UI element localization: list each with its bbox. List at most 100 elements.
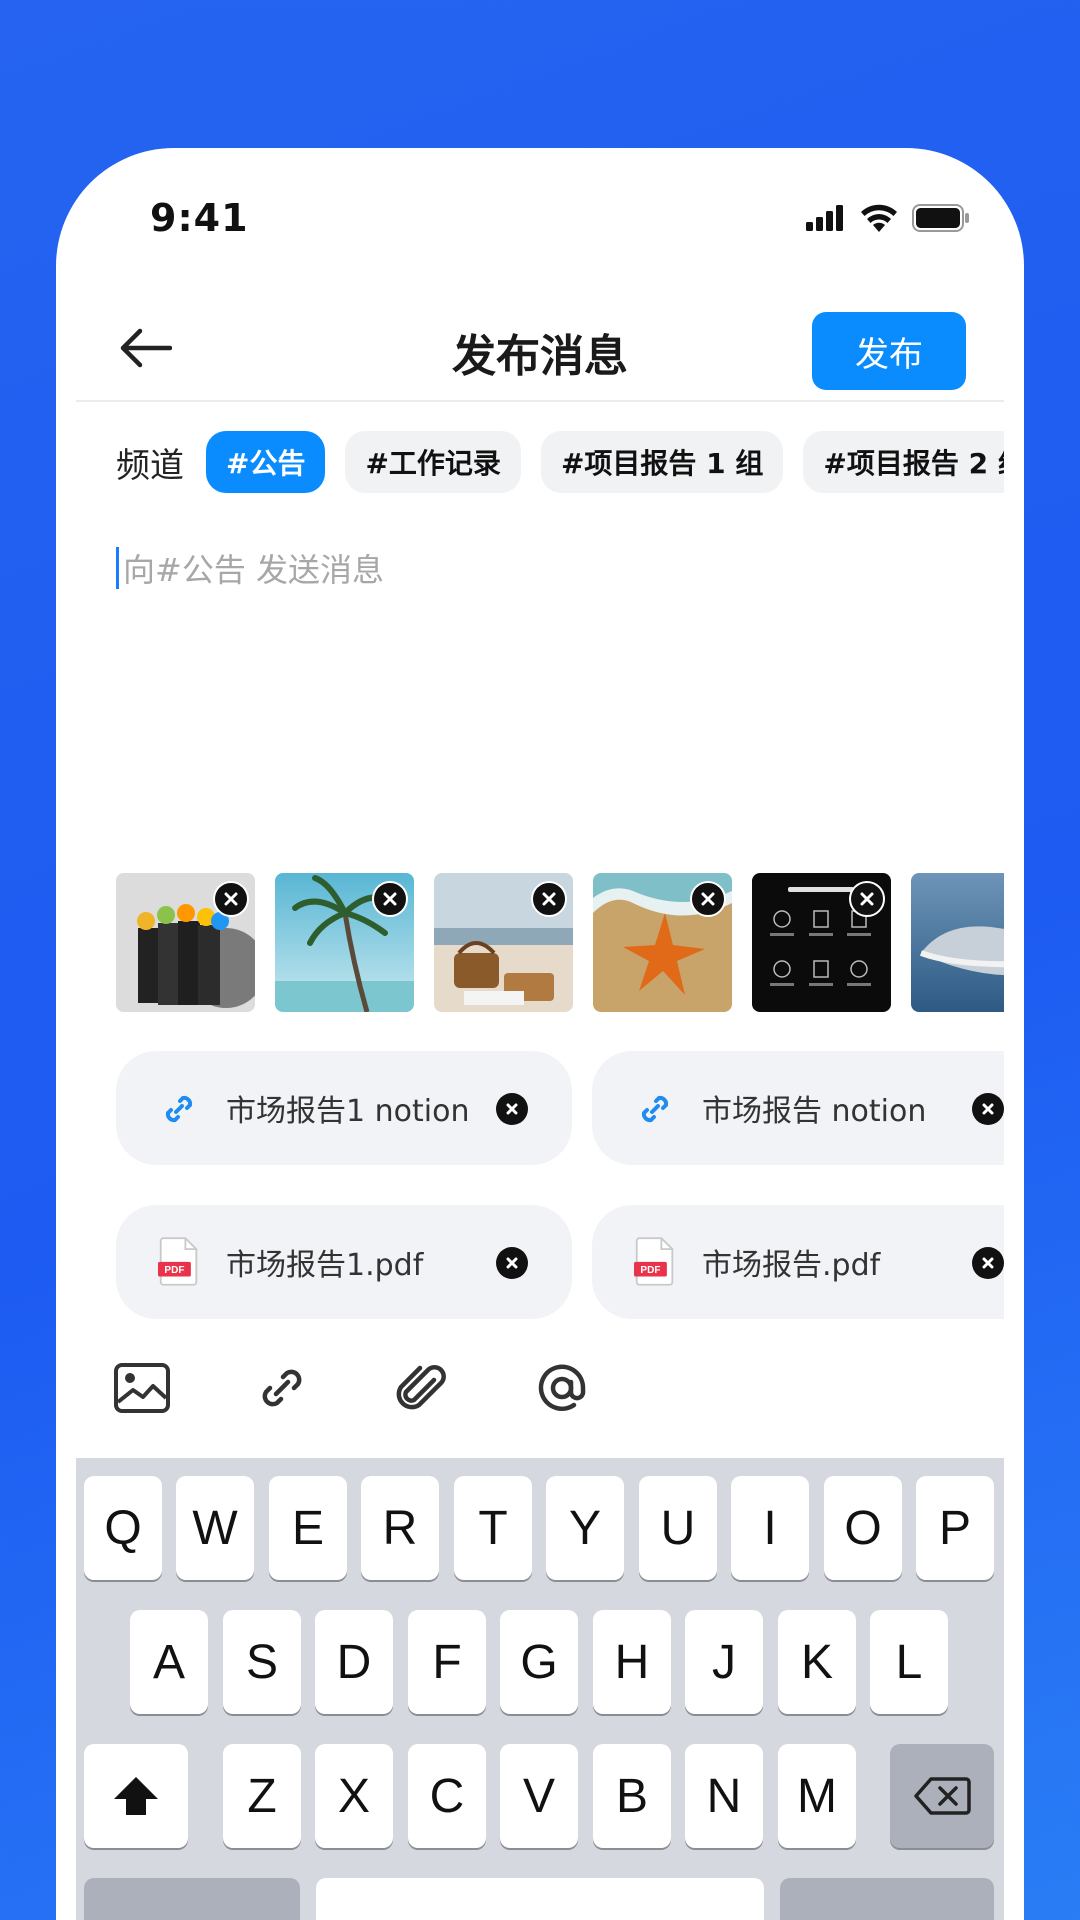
image-thumb-infographic[interactable] bbox=[752, 873, 891, 1012]
paperclip-icon bbox=[396, 1365, 446, 1410]
image-icon bbox=[114, 1363, 170, 1413]
key-q[interactable]: Q bbox=[84, 1476, 162, 1580]
numbers-key[interactable] bbox=[84, 1878, 300, 1920]
at-icon bbox=[538, 1364, 586, 1411]
key-d[interactable]: D bbox=[315, 1610, 393, 1714]
keyboard-row-1: Q W E R T Y U I O P bbox=[76, 1476, 1004, 1580]
key-b[interactable]: B bbox=[593, 1744, 671, 1848]
key-e[interactable]: E bbox=[269, 1476, 347, 1580]
remove-link-button[interactable] bbox=[972, 1093, 1004, 1125]
attach-file-button[interactable] bbox=[392, 1358, 452, 1418]
keyboard-row-4 bbox=[76, 1878, 1004, 1920]
close-icon bbox=[383, 892, 397, 906]
key-v[interactable]: V bbox=[500, 1744, 578, 1848]
remove-image-button[interactable] bbox=[531, 881, 567, 917]
wifi-icon bbox=[861, 204, 897, 232]
signal-icon bbox=[806, 205, 843, 231]
remove-file-button[interactable] bbox=[972, 1247, 1004, 1279]
key-p[interactable]: P bbox=[916, 1476, 994, 1580]
key-t[interactable]: T bbox=[454, 1476, 532, 1580]
link-icon bbox=[262, 1369, 302, 1407]
close-icon bbox=[860, 892, 874, 906]
return-key[interactable] bbox=[780, 1878, 994, 1920]
image-attachments bbox=[116, 873, 1004, 1013]
insert-link-button[interactable] bbox=[252, 1358, 312, 1418]
battery-icon bbox=[912, 204, 969, 232]
key-g[interactable]: G bbox=[500, 1610, 578, 1714]
close-icon bbox=[506, 1257, 518, 1269]
key-f[interactable]: F bbox=[408, 1610, 486, 1714]
status-icons bbox=[806, 204, 970, 232]
keyboard-row-2: A S D F G H J K L bbox=[76, 1610, 1004, 1714]
key-n[interactable]: N bbox=[685, 1744, 763, 1848]
link-card[interactable]: 市场报告 notion bbox=[592, 1051, 1004, 1165]
message-placeholder: 向#公告 发送消息 bbox=[123, 551, 384, 589]
key-m[interactable]: M bbox=[778, 1744, 856, 1848]
key-c[interactable]: C bbox=[408, 1744, 486, 1848]
shark-image bbox=[911, 873, 1004, 1012]
key-o[interactable]: O bbox=[824, 1476, 902, 1580]
close-icon bbox=[982, 1257, 994, 1269]
channel-chip-announcement[interactable]: #公告 bbox=[206, 431, 326, 493]
remove-image-button[interactable] bbox=[213, 881, 249, 917]
file-card[interactable]: PDF 市场报告.pdf bbox=[592, 1205, 1004, 1319]
key-x[interactable]: X bbox=[315, 1744, 393, 1848]
key-y[interactable]: Y bbox=[546, 1476, 624, 1580]
publish-button[interactable]: 发布 bbox=[812, 312, 966, 390]
keyboard: Q W E R T Y U I O P A S D F G H J K L Z bbox=[76, 1458, 1004, 1920]
keyboard-row-3: Z X C V B N M bbox=[76, 1744, 1004, 1848]
space-key[interactable] bbox=[316, 1878, 764, 1920]
pdf-badge: PDF bbox=[164, 1265, 184, 1276]
phone-screen: 9:41 发布消息 发布 频道 #公告 #工作记录 #项目报告 1 组 #项目报… bbox=[56, 148, 1024, 1920]
key-j[interactable]: J bbox=[685, 1610, 763, 1714]
key-u[interactable]: U bbox=[639, 1476, 717, 1580]
remove-image-button[interactable] bbox=[690, 881, 726, 917]
remove-image-button[interactable] bbox=[372, 881, 408, 917]
image-thumb-shark[interactable] bbox=[911, 873, 1004, 1012]
message-input[interactable]: 向#公告 发送消息 bbox=[116, 538, 936, 598]
image-thumb-starfish[interactable] bbox=[593, 873, 732, 1012]
remove-link-button[interactable] bbox=[496, 1093, 528, 1125]
shift-key[interactable] bbox=[84, 1744, 188, 1848]
channel-selector: 频道 #公告 #工作记录 #项目报告 1 组 #项目报告 2 组 bbox=[116, 430, 1004, 494]
pdf-badge: PDF bbox=[640, 1265, 660, 1276]
link-card-label: 市场报告 notion bbox=[702, 1094, 927, 1129]
close-icon bbox=[542, 892, 556, 906]
channel-chip-report-group-2[interactable]: #项目报告 2 组 bbox=[803, 431, 1004, 493]
key-r[interactable]: R bbox=[361, 1476, 439, 1580]
channel-label: 频道 bbox=[116, 445, 184, 486]
key-z[interactable]: Z bbox=[223, 1744, 301, 1848]
key-w[interactable]: W bbox=[176, 1476, 254, 1580]
key-a[interactable]: A bbox=[130, 1610, 208, 1714]
file-card[interactable]: PDF 市场报告1.pdf bbox=[116, 1205, 572, 1319]
image-thumb-people-collage[interactable] bbox=[116, 873, 255, 1012]
channel-chip-report-group-1[interactable]: #项目报告 1 组 bbox=[540, 431, 784, 493]
key-i[interactable]: I bbox=[731, 1476, 809, 1580]
channel-chip-work-log[interactable]: #工作记录 bbox=[345, 431, 521, 493]
link-card-label: 市场报告1 notion bbox=[226, 1094, 470, 1129]
close-icon bbox=[224, 892, 238, 906]
file-card-label: 市场报告.pdf bbox=[702, 1248, 881, 1283]
status-time: 9:41 bbox=[150, 196, 249, 240]
key-h[interactable]: H bbox=[593, 1610, 671, 1714]
pdf-icon: PDF bbox=[158, 1233, 200, 1289]
pdf-icon: PDF bbox=[634, 1233, 676, 1289]
link-icon bbox=[158, 1087, 200, 1131]
key-l[interactable]: L bbox=[870, 1610, 948, 1714]
remove-image-button[interactable] bbox=[849, 881, 885, 917]
link-card[interactable]: 市场报告1 notion bbox=[116, 1051, 572, 1165]
key-s[interactable]: S bbox=[223, 1610, 301, 1714]
delete-key[interactable] bbox=[890, 1744, 994, 1848]
file-card-label: 市场报告1.pdf bbox=[226, 1248, 424, 1283]
text-caret bbox=[116, 547, 119, 589]
nav-bar: 发布消息 发布 bbox=[76, 300, 1004, 402]
file-attachments: PDF 市场报告1.pdf PDF 市场报告.pdf bbox=[116, 1205, 1004, 1319]
image-thumb-palm-tree[interactable] bbox=[275, 873, 414, 1012]
key-k[interactable]: K bbox=[778, 1610, 856, 1714]
composer-toolbar bbox=[112, 1358, 592, 1418]
remove-file-button[interactable] bbox=[496, 1247, 528, 1279]
insert-image-button[interactable] bbox=[112, 1358, 172, 1418]
link-icon bbox=[634, 1087, 676, 1131]
image-thumb-beach-picnic[interactable] bbox=[434, 873, 573, 1012]
mention-button[interactable] bbox=[532, 1358, 592, 1418]
